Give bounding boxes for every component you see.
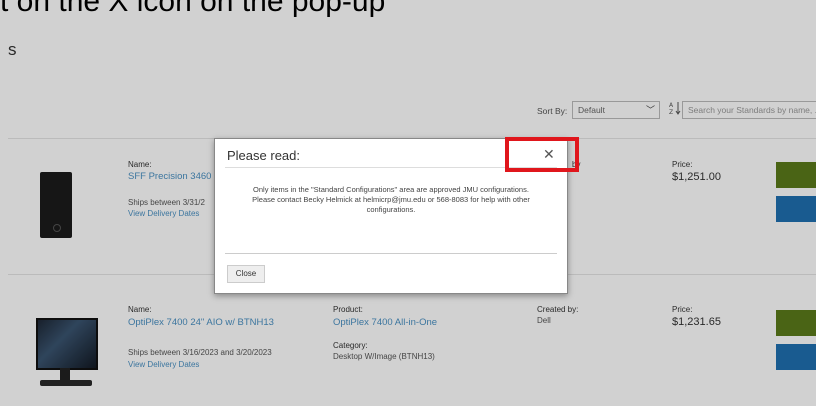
dialog-message-line: Only items in the "Standard Configuratio… xyxy=(253,185,529,194)
close-button[interactable]: Close xyxy=(227,265,265,283)
dialog-message: Only items in the "Standard Configuratio… xyxy=(225,185,557,215)
dialog-message-line: configurations. xyxy=(366,205,416,214)
dialog-title: Please read: xyxy=(227,148,300,163)
dialog-message-line: Please contact Becky Helmick at helmicrp… xyxy=(252,195,530,204)
highlight-box xyxy=(505,137,579,172)
dialog-footer-divider xyxy=(225,253,557,254)
